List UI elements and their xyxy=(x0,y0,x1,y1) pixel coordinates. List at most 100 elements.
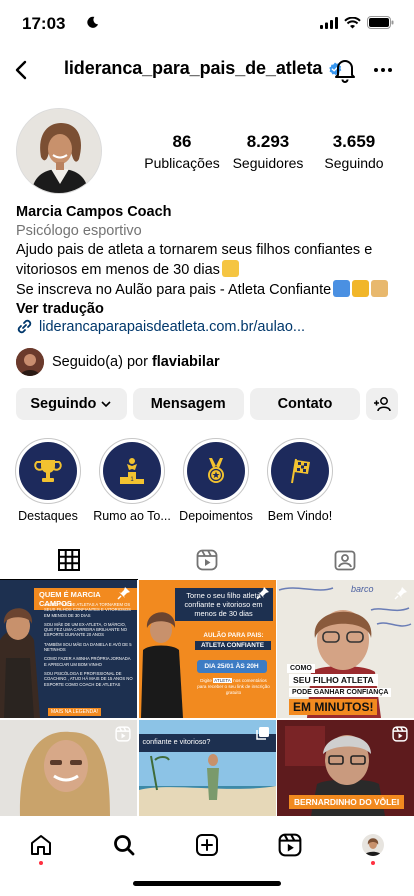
highlight-cover xyxy=(19,442,77,500)
following-button[interactable]: Seguindo xyxy=(16,388,127,420)
trophy-icon xyxy=(34,460,62,482)
profile-actions: Seguindo Mensagem Contato xyxy=(16,388,398,420)
highlight-destaques[interactable]: Destaques xyxy=(10,438,86,523)
message-button[interactable]: Mensagem xyxy=(132,388,244,420)
post-1-line: COMO FAZER A MINHA PRÓPRIA JORNADA E APR… xyxy=(44,656,131,667)
family-emoji-icon xyxy=(371,280,389,297)
profile-avatar-small xyxy=(361,834,384,856)
checkered-flag-icon xyxy=(291,458,310,484)
post-2-cta-pre: Digite xyxy=(200,678,214,683)
reel-icon xyxy=(115,725,131,742)
post-3-line4: EM MINUTOS! xyxy=(289,699,378,715)
add-post-icon xyxy=(195,834,218,856)
nav-home[interactable] xyxy=(21,825,61,865)
podium-icon: 1 xyxy=(120,458,144,484)
notification-dot xyxy=(39,861,44,865)
nav-search[interactable] xyxy=(104,825,144,865)
grid-icon xyxy=(58,549,80,571)
profile-name: Marcia Campos Coach xyxy=(16,204,172,220)
down-arrow-emoji-icon xyxy=(333,280,351,297)
flexed-biceps-emoji-icon xyxy=(221,260,239,277)
followed-by-prefix: Seguido(a) por xyxy=(52,354,152,370)
reels-icon xyxy=(278,833,302,857)
stat-posts-label: Publicações xyxy=(144,155,220,171)
wifi-icon xyxy=(344,16,361,28)
post-3-line2: SEU FILHO ATLETA xyxy=(289,674,378,686)
suggest-people-button[interactable] xyxy=(366,388,398,420)
post-tile[interactable]: barco COMO SEU FILHO ATLETA PODE GANHAR … xyxy=(277,580,414,718)
profile-bio: Marcia Campos Coach Psicólogo esportivo … xyxy=(16,203,401,319)
highlight-bem-vindo[interactable]: Bem Vindo! xyxy=(262,438,338,523)
contact-button[interactable]: Contato xyxy=(249,388,361,420)
stat-posts[interactable]: 86 Publicações xyxy=(140,132,224,171)
profile-link[interactable]: liderancaparapaisdeatleta.com.br/aulao..… xyxy=(16,318,305,335)
highlight-cover xyxy=(187,442,245,500)
stat-following[interactable]: 3.659 Seguindo xyxy=(312,132,396,171)
tab-tagged[interactable] xyxy=(276,540,414,580)
trophy-emoji-icon xyxy=(352,280,370,297)
highlight-label: Bem Vindo! xyxy=(267,509,333,523)
bell-icon[interactable] xyxy=(332,57,358,83)
post-1-line: AJUDO PAIS DE ATLETAS A TORNAREM OS SEUS… xyxy=(44,602,131,618)
post-1-text: AJUDO PAIS DE ATLETAS A TORNAREM OS SEUS… xyxy=(44,602,134,687)
post-1-footer: MAIS NA LEGENDA! xyxy=(48,708,101,716)
add-person-icon xyxy=(374,397,391,412)
post-tile[interactable]: QUEM É MARCIA CAMPOS AJUDO PAIS DE ATLET… xyxy=(0,580,137,718)
post-tile[interactable]: confiante e vitorioso? xyxy=(138,719,276,816)
following-button-label: Seguindo xyxy=(30,396,97,412)
post-2-cta-word: ATLETA xyxy=(213,678,232,683)
tab-reels[interactable] xyxy=(138,540,276,580)
profile-avatar[interactable] xyxy=(16,108,102,194)
highlight-ring xyxy=(15,438,81,504)
status-bar: 17:03 xyxy=(0,0,414,48)
post-tile[interactable]: Torne o seu filho atleta confiante e vit… xyxy=(138,580,276,718)
link-icon xyxy=(17,319,32,334)
multiple-posts-icon xyxy=(255,726,269,740)
stat-followers-label: Seguidores xyxy=(232,155,304,171)
highlight-depoimentos[interactable]: Depoimentos xyxy=(178,438,254,523)
home-icon xyxy=(31,835,52,855)
post-1-line: SOU MÃE DE UM EX-ATLETA, O MÁRCIO, QUE F… xyxy=(44,621,128,638)
profile-username-header: lideranca_para_pais_de_atleta xyxy=(64,58,342,79)
highlight-cover: 1 xyxy=(103,442,161,500)
post-5-caption: confiante e vitorioso? xyxy=(142,736,211,746)
search-icon xyxy=(114,835,135,856)
home-indicator xyxy=(133,881,281,886)
post-3-line1: COMO xyxy=(287,664,315,673)
more-options-icon[interactable] xyxy=(374,68,392,72)
back-arrow-icon[interactable] xyxy=(10,58,34,82)
pinned-icon xyxy=(256,587,269,600)
see-translation-link[interactable]: Ver tradução xyxy=(16,300,401,319)
pinned-icon xyxy=(394,587,407,600)
stat-posts-number: 86 xyxy=(172,132,192,151)
highlight-ring: 1 xyxy=(99,438,165,504)
stat-followers-number: 8.293 xyxy=(246,132,290,151)
post-1-line: SOU PSICÓLOGA E PROFISSIONAL DE COACHING… xyxy=(44,670,133,687)
highlight-ring xyxy=(267,438,333,504)
moon-icon xyxy=(87,16,99,28)
post-2-sub2: ATLETA CONFIANTE xyxy=(194,641,271,650)
nav-create[interactable] xyxy=(187,825,227,865)
profile-link-text: liderancaparapaisdeatleta.com.br/aulao..… xyxy=(39,318,305,335)
stat-followers[interactable]: 8.293 Seguidores xyxy=(226,132,310,171)
highlight-rumo[interactable]: 1 Rumo ao To... xyxy=(93,438,171,523)
posts-grid: QUEM É MARCIA CAMPOS AJUDO PAIS DE ATLET… xyxy=(0,580,414,816)
tab-posts-grid[interactable] xyxy=(0,540,138,580)
profile-stats: 86 Publicações 8.293 Seguidores 3.659 Se… xyxy=(140,132,396,171)
tagged-person-icon xyxy=(334,550,356,571)
bio-line-2-text: Se inscreva no Aulão para pais - Atleta … xyxy=(16,282,332,298)
status-time: 17:03 xyxy=(22,14,66,33)
followed-by-text: Seguido(a) por flaviabilar xyxy=(52,354,220,370)
nav-reels[interactable] xyxy=(270,825,310,865)
post-2-sub1: AULÃO PARA PAIS: xyxy=(203,632,264,639)
pinned-icon xyxy=(117,587,130,600)
battery-icon xyxy=(367,16,394,29)
post-tile[interactable] xyxy=(0,719,137,816)
nav-profile[interactable] xyxy=(353,825,393,865)
bio-line-2: Se inscreva no Aulão para pais - Atleta … xyxy=(16,280,401,300)
post-tile[interactable]: BERNARDINHO DO VÔLEI xyxy=(277,719,414,816)
highlight-cover xyxy=(271,442,329,500)
profile-category: Psicólogo esportivo xyxy=(16,223,142,239)
followed-by[interactable]: Seguido(a) por flaviabilar xyxy=(16,348,220,376)
post-thumbnail xyxy=(277,580,414,718)
